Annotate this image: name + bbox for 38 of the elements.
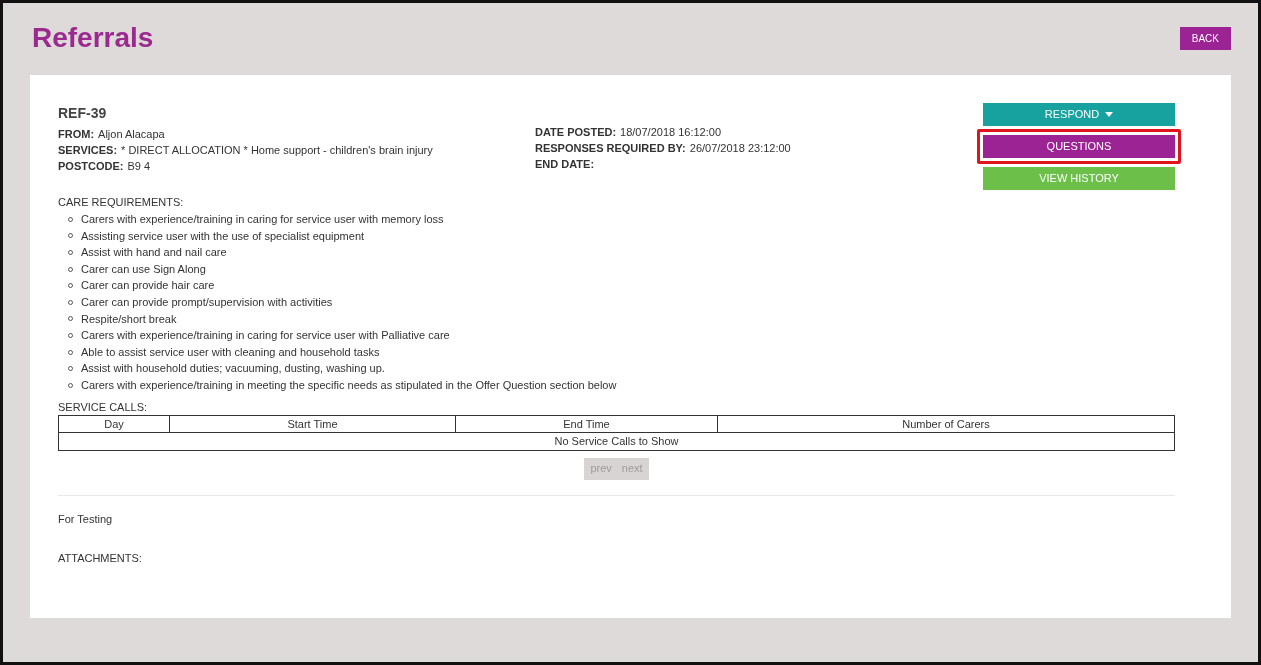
field-label: RESPONSES REQUIRED BY:: [535, 141, 686, 156]
care-requirement: Carers with experience/training in caring for service user with Palliative care: [81, 328, 450, 344]
reference-number: REF-39: [58, 104, 108, 123]
empty-table-message: No Service Calls to Show: [553, 433, 680, 449]
respond-dropdown-button[interactable]: RESPOND: [983, 103, 1175, 126]
action-button[interactable]: VIEW HISTORY: [983, 167, 1175, 190]
field-value: * DIRECT ALLOCATION * Home support - children's brain injury: [121, 143, 433, 158]
caret-icon: [1105, 112, 1114, 117]
care-requirement: Able to assist service user with cleaning and household tasks: [81, 344, 380, 360]
care-requirement: Carers with experience/training in meeting the specific needs as stipulated in the Offer Question section below: [81, 377, 617, 393]
field-value: 26/07/2018 23:12:00: [689, 141, 791, 156]
action-button[interactable]: QUESTIONS: [983, 135, 1175, 158]
care-requirement: Assist with household duties; vacuuming, dusting, washing up.: [81, 361, 385, 377]
care-requirement: Assist with hand and nail care: [81, 245, 227, 261]
field-label: POSTCODE:: [58, 159, 124, 174]
section-heading: ATTACHMENTS:: [58, 551, 143, 567]
section-heading: SERVICE CALLS:: [58, 399, 149, 415]
column-header: Start Time: [169, 415, 455, 432]
column-header: Number of Carers: [717, 415, 1174, 432]
notes-text: For Testing: [58, 511, 114, 527]
page-title: Referrals: [32, 21, 154, 55]
field-label: END DATE:: [535, 157, 595, 172]
care-requirement: Assisting service user with the use of specialist equipment: [81, 228, 365, 244]
care-requirement: Carers with experience/training in caring for service user with memory loss: [81, 212, 444, 227]
field-value: 18/07/2018 16:12:00: [620, 125, 721, 140]
back-button[interactable]: BACK: [1179, 27, 1231, 50]
field-value: B9 4: [127, 159, 151, 174]
care-requirement: Carer can provide hair care: [81, 278, 215, 294]
field-label: FROM:: [58, 127, 95, 142]
section-heading: CARE REQUIREMENTS:: [58, 195, 185, 210]
care-requirement: Respite/short break: [81, 311, 177, 327]
field-value: Aljon Alacapa: [98, 127, 165, 142]
column-header: End Time: [455, 415, 717, 432]
column-header: Day: [103, 416, 125, 432]
care-requirement: Carer can use Sign Along: [81, 261, 206, 277]
field-label: SERVICES:: [58, 143, 118, 158]
field-label: DATE POSTED:: [535, 125, 617, 140]
care-requirement: Carer can provide prompt/supervision with activities: [81, 294, 333, 310]
